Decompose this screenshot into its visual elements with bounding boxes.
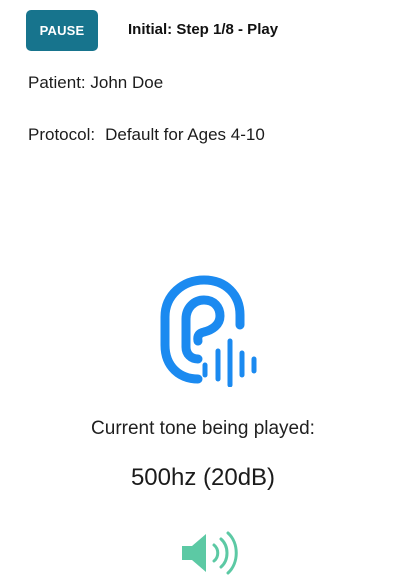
protocol-info: Protocol: Default for Ages 4-10 — [28, 125, 265, 145]
current-tone-value: 500hz (20dB) — [130, 464, 276, 491]
play-tone-button[interactable] — [178, 530, 244, 576]
protocol-name: Default for Ages 4-10 — [105, 125, 265, 144]
ear-sound-icon — [158, 275, 262, 388]
patient-name: John Doe — [90, 73, 164, 92]
patient-info: Patient: John Doe — [28, 73, 163, 93]
speaker-volume-icon — [182, 531, 238, 575]
top-bar: PAUSE Initial: Step 1/8 - Play — [26, 10, 396, 52]
patient-label: Patient: — [28, 73, 86, 92]
protocol-label: Protocol: — [28, 125, 96, 144]
step-status: Initial: Step 1/8 - Play — [128, 21, 279, 38]
current-tone-caption: Current tone being played: — [91, 418, 315, 439]
pause-button[interactable]: PAUSE — [26, 10, 98, 51]
